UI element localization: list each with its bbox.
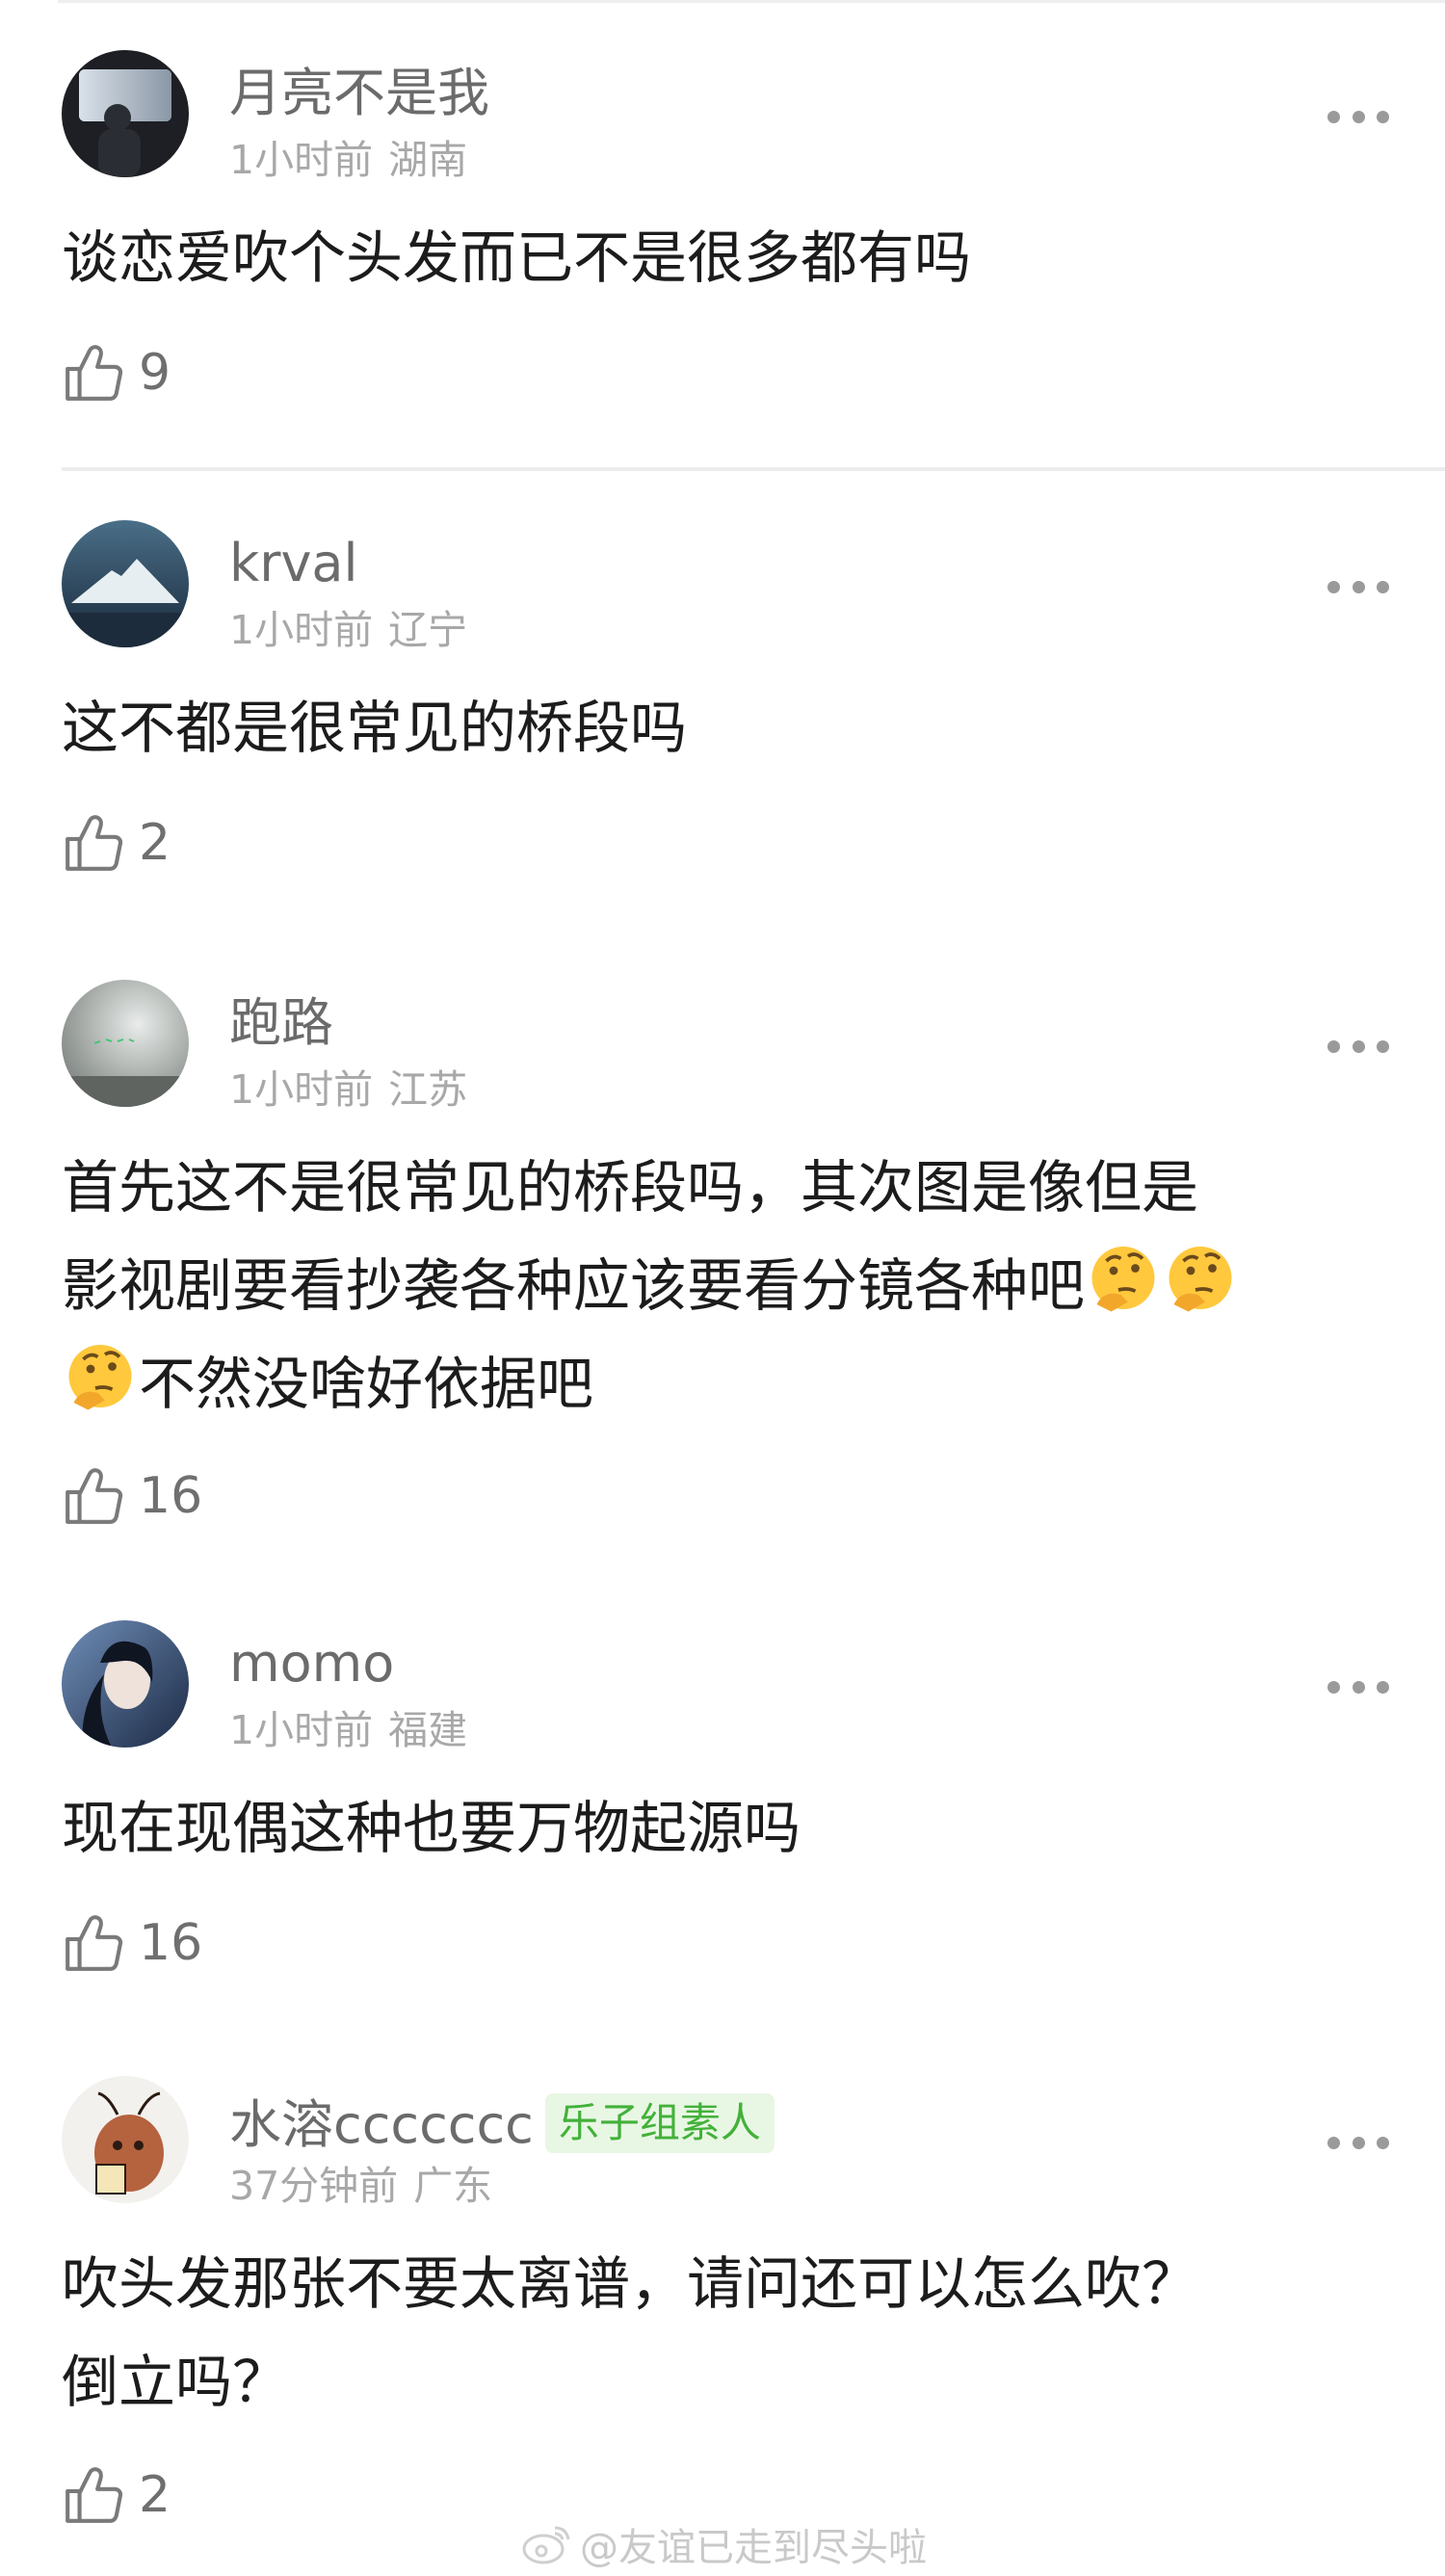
- comment-text-line: 首先这不是很常见的桥段吗，其次图是像但是: [62, 1154, 1199, 1221]
- more-options-button[interactable]: [1327, 1032, 1389, 1061]
- comment-location: 辽宁: [388, 607, 468, 653]
- like-button[interactable]: 16: [62, 1464, 202, 1528]
- comment-meta: 1小时前 江苏: [229, 1070, 467, 1110]
- like-button[interactable]: 16: [62, 1911, 202, 1975]
- comment-text-line: 不然没啥好依据吧: [62, 1335, 1410, 1433]
- username[interactable]: 水溶ccccccc 乐子组素人: [229, 2093, 775, 2153]
- more-dots-icon: [1327, 1680, 1340, 1694]
- comment-time: 1小时前: [229, 1066, 374, 1113]
- thinking-face-emoji: [68, 1345, 132, 1410]
- like-count: 16: [139, 1467, 203, 1525]
- comment-meta: 1小时前 福建: [229, 1711, 467, 1750]
- comment-text: 首先这不是很常见的桥段吗，其次图是像但是 影视剧要看抄袭各种应该要看分镜各种吧 …: [62, 1139, 1410, 1433]
- more-options-button[interactable]: [1327, 1672, 1389, 1701]
- comment-meta: 1小时前 辽宁: [229, 611, 467, 650]
- thinking-face-emoji: [1091, 1247, 1155, 1312]
- comment-text-segment: 不然没啥好依据吧: [139, 1351, 594, 1417]
- more-dots-icon: [1327, 580, 1340, 593]
- comment-meta: 1小时前 湖南: [229, 141, 467, 180]
- like-button[interactable]: 2: [62, 2463, 171, 2527]
- top-divider: [58, 0, 1445, 3]
- like-button[interactable]: 9: [62, 341, 171, 405]
- like-count: 16: [139, 1914, 203, 1972]
- username[interactable]: momo: [229, 1638, 394, 1690]
- comment-text-line: 影视剧要看抄袭各种应该要看分镜各种吧: [62, 1237, 1410, 1335]
- thumbs-up-icon: [66, 345, 123, 401]
- more-options-button[interactable]: [1327, 102, 1389, 131]
- comment-text-line: 吹头发那张不要太离谱，请问还可以怎么吹？: [62, 2250, 1199, 2317]
- comment-text: 谈恋爱吹个头发而已不是很多都有吗: [62, 224, 972, 291]
- like-button[interactable]: 2: [62, 811, 171, 875]
- comment-text-segment: 影视剧要看抄袭各种应该要看分镜各种吧: [62, 1252, 1086, 1319]
- comment-text: 现在现偶这种也要万物起源吗: [62, 1795, 801, 1861]
- comment-location: 广东: [413, 2163, 493, 2209]
- comment-location: 福建: [388, 1707, 468, 1753]
- avatar[interactable]: [62, 1620, 189, 1748]
- username[interactable]: krval: [229, 538, 358, 590]
- thumbs-up-icon: [66, 2467, 123, 2523]
- comment-text: 这不都是很常见的桥段吗: [62, 695, 688, 761]
- more-options-button[interactable]: [1327, 2128, 1389, 2157]
- thumbs-up-icon: [66, 1468, 123, 1524]
- avatar[interactable]: [62, 2076, 189, 2203]
- username[interactable]: 跑路: [229, 997, 333, 1049]
- comment-time: 37分钟前: [229, 2163, 399, 2209]
- comment-location: 江苏: [388, 1066, 468, 1113]
- more-dots-icon: [1327, 2136, 1340, 2149]
- username-text: 水溶ccccccc: [229, 2094, 534, 2155]
- avatar[interactable]: [62, 50, 189, 177]
- comment-time: 1小时前: [229, 607, 374, 653]
- thumbs-up-icon: [66, 1915, 123, 1971]
- more-dots-icon: [1327, 110, 1340, 123]
- user-badge[interactable]: 乐子组素人: [544, 2093, 775, 2153]
- more-dots-icon: [1327, 1039, 1340, 1053]
- thinking-face-emoji: [1169, 1247, 1232, 1312]
- username[interactable]: 月亮不是我: [229, 67, 489, 119]
- comment-time: 1小时前: [229, 137, 374, 183]
- avatar[interactable]: [62, 520, 189, 647]
- avatar[interactable]: [62, 980, 189, 1107]
- watermark: @友谊已走到尽头啦: [520, 2516, 927, 2572]
- like-count: 9: [139, 344, 171, 402]
- thumbs-up-icon: [66, 815, 123, 871]
- comment-time: 1小时前: [229, 1707, 374, 1753]
- comment-text-line: 倒立吗？: [62, 2349, 290, 2415]
- comment-meta: 37分钟前 广东: [229, 2167, 492, 2206]
- comment-location: 湖南: [388, 137, 468, 183]
- like-count: 2: [139, 2466, 171, 2524]
- comment-text: 吹头发那张不要太离谱，请问还可以怎么吹？ 倒立吗？: [62, 2235, 1410, 2431]
- more-options-button[interactable]: [1327, 572, 1389, 601]
- weibo-logo-icon: [522, 2526, 570, 2564]
- watermark-text: @友谊已走到尽头啦: [580, 2526, 927, 2570]
- section-divider: [62, 467, 1445, 471]
- like-count: 2: [139, 814, 171, 872]
